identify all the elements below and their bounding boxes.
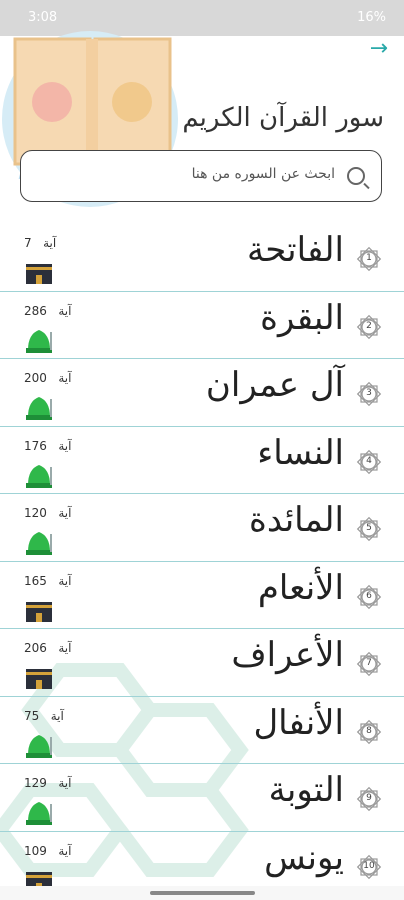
surah-number-badge: 8 <box>354 717 384 747</box>
surah-number: 9 <box>366 793 372 803</box>
kaaba-icon <box>24 258 54 286</box>
surah-number: 3 <box>366 388 372 398</box>
surah-number: 4 <box>366 455 372 466</box>
surah-number-badge: 2 <box>354 312 384 342</box>
status-battery: 16% <box>357 10 386 25</box>
surah-row[interactable]: آية 120 المائدة 5 <box>0 494 404 562</box>
mosque-dome-icon <box>24 798 54 826</box>
search-input[interactable] <box>83 165 337 183</box>
verse-count: آية 75 <box>24 708 64 723</box>
surah-list: آية 7 الفاتحة 1 آية 286 البقرة 2 آية 200 آل عمر… <box>0 224 404 899</box>
verse-count: آية 7 <box>24 236 57 250</box>
surah-row[interactable]: آية 206 الأعراف 7 <box>0 629 404 697</box>
surah-name: آل عمران <box>205 365 344 405</box>
mosque-dome-icon <box>24 326 54 354</box>
verse-count: آية 176 <box>24 438 72 453</box>
surah-number: 1 <box>366 253 372 263</box>
surah-row[interactable]: آية 286 البقرة 2 <box>0 292 404 359</box>
surah-name: الفاتحة <box>246 230 344 270</box>
surah-number: 10 <box>363 860 375 871</box>
verse-count: آية 109 <box>24 843 72 858</box>
surah-number: 8 <box>366 725 372 736</box>
verse-count: آية 286 <box>24 303 72 318</box>
surah-number: 5 <box>366 523 372 533</box>
kaaba-icon <box>24 596 54 624</box>
mosque-dome-icon <box>24 528 54 556</box>
search-box[interactable] <box>20 150 382 202</box>
kaaba-icon <box>24 663 54 691</box>
verse-count: آية 165 <box>24 573 72 588</box>
surah-row[interactable]: آية 129 التوبة 9 <box>0 764 404 832</box>
surah-number: 6 <box>366 590 372 601</box>
surah-number-badge: 3 <box>354 379 384 409</box>
surah-number-badge: 4 <box>354 447 384 477</box>
page-title: سور القرآن الكريم <box>182 103 384 133</box>
search-icon <box>347 167 365 185</box>
verse-count: آية 120 <box>24 506 72 520</box>
status-time: 3:08 <box>28 10 58 25</box>
mosque-dome-icon <box>24 731 54 759</box>
mosque-dome-icon <box>24 461 54 489</box>
surah-row[interactable]: آية 200 آل عمران 3 <box>0 359 404 427</box>
verse-count: آية 129 <box>24 776 72 790</box>
surah-row[interactable]: آية 75 الأنفال 8 <box>0 697 404 764</box>
surah-number-badge: 1 <box>354 244 384 274</box>
surah-name: البقرة <box>260 297 344 338</box>
surah-number: 2 <box>366 320 372 331</box>
navigation-bar <box>0 886 404 900</box>
surah-name: الأعراف <box>231 635 344 675</box>
surah-name: التوبة <box>268 770 344 810</box>
surah-number-badge: 6 <box>354 582 384 612</box>
surah-name: النساء <box>257 432 344 473</box>
verse-count: آية 200 <box>24 371 72 385</box>
surah-row[interactable]: آية 7 الفاتحة 1 <box>0 224 404 292</box>
surah-name: الأنعام <box>257 567 344 608</box>
surah-number-badge: 7 <box>354 649 384 679</box>
surah-name: المائدة <box>249 500 344 540</box>
surah-number-badge: 10 <box>354 852 384 882</box>
verse-count: آية 206 <box>24 641 72 655</box>
home-indicator[interactable] <box>150 891 255 895</box>
surah-row[interactable]: آية 165 الأنعام 6 <box>0 562 404 629</box>
surah-number-badge: 5 <box>354 514 384 544</box>
mosque-dome-icon <box>24 393 54 421</box>
surah-name: يونس <box>264 837 344 878</box>
surah-number: 7 <box>366 658 372 668</box>
surah-row[interactable]: آية 176 النساء 4 <box>0 427 404 494</box>
back-arrow-icon[interactable]: → <box>370 36 388 61</box>
surah-name: الأنفال <box>253 702 344 743</box>
surah-number-badge: 9 <box>354 784 384 814</box>
